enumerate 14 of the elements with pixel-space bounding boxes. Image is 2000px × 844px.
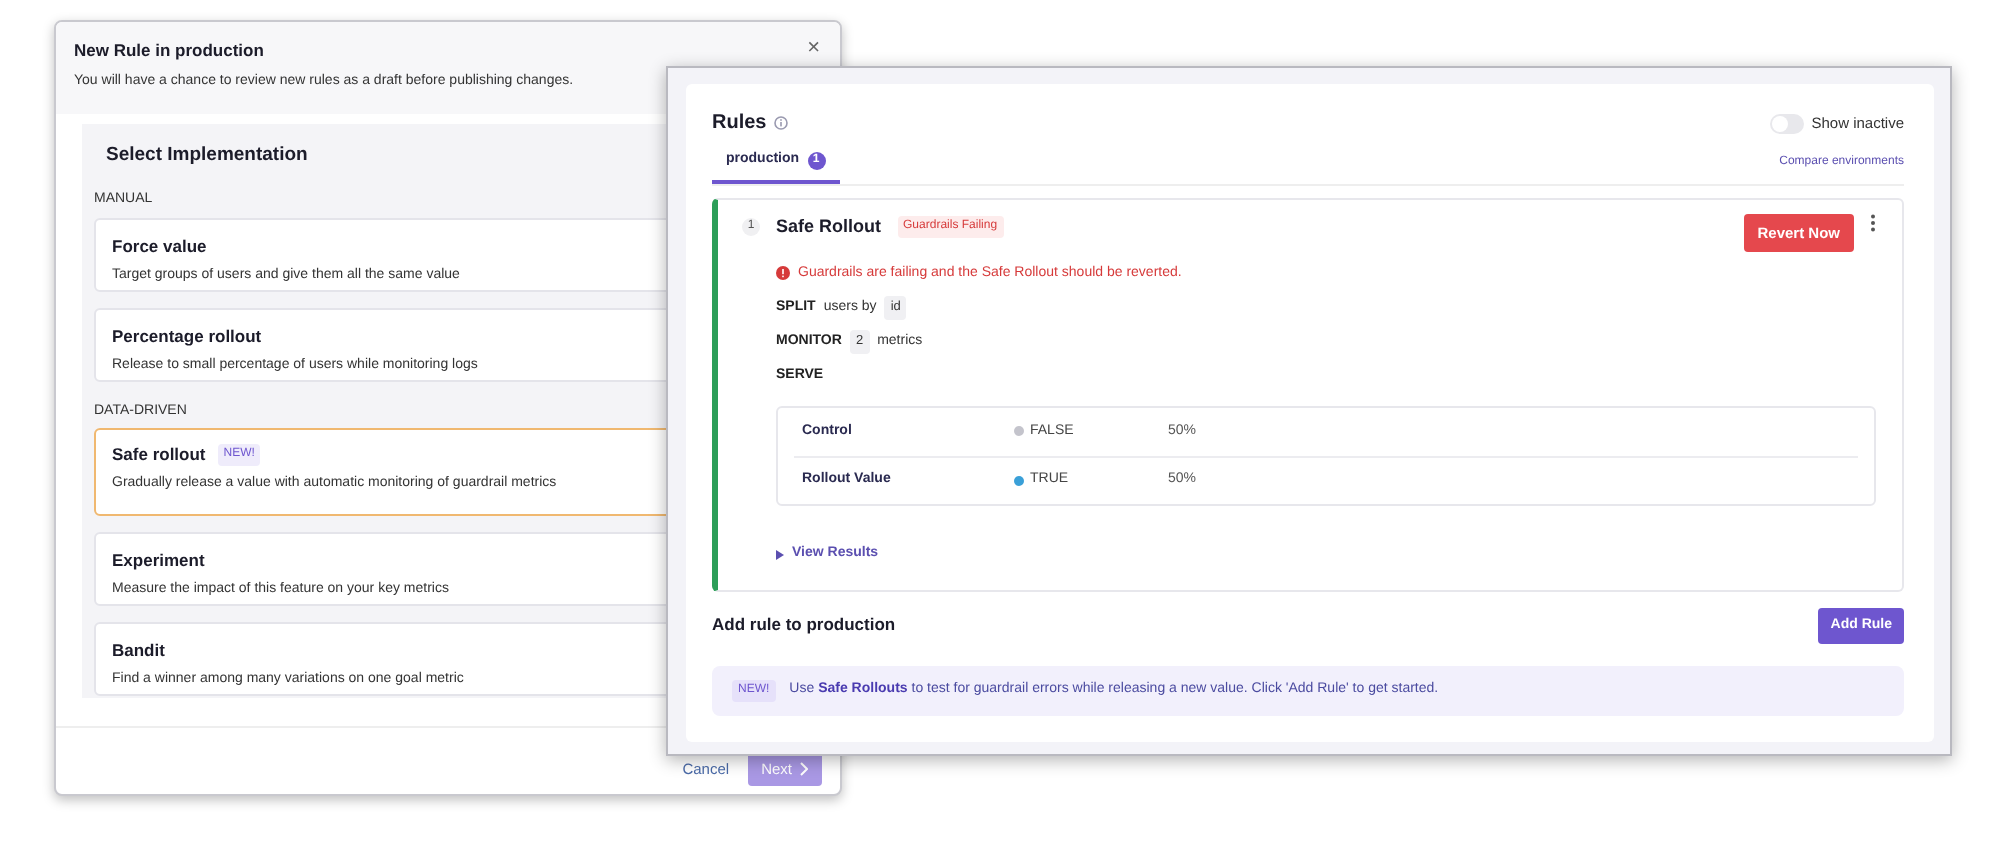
option-title: Safe rollout <box>112 442 206 468</box>
option-title: Experiment <box>112 548 205 574</box>
dialog-title: New Rule in production <box>74 38 264 64</box>
option-title: Force value <box>112 233 207 259</box>
caret-right-icon <box>776 549 784 559</box>
option-title: Bandit <box>112 638 165 664</box>
error-icon <box>776 266 790 281</box>
close-button[interactable]: × <box>807 38 820 60</box>
panel-title: Rules <box>712 110 767 138</box>
section-title: Select Implementation <box>106 142 308 170</box>
info-icon <box>774 116 789 130</box>
kebab-menu-icon[interactable] <box>1870 213 1876 231</box>
option-title: Percentage rollout <box>112 323 262 349</box>
chevron-right-icon <box>800 761 808 776</box>
